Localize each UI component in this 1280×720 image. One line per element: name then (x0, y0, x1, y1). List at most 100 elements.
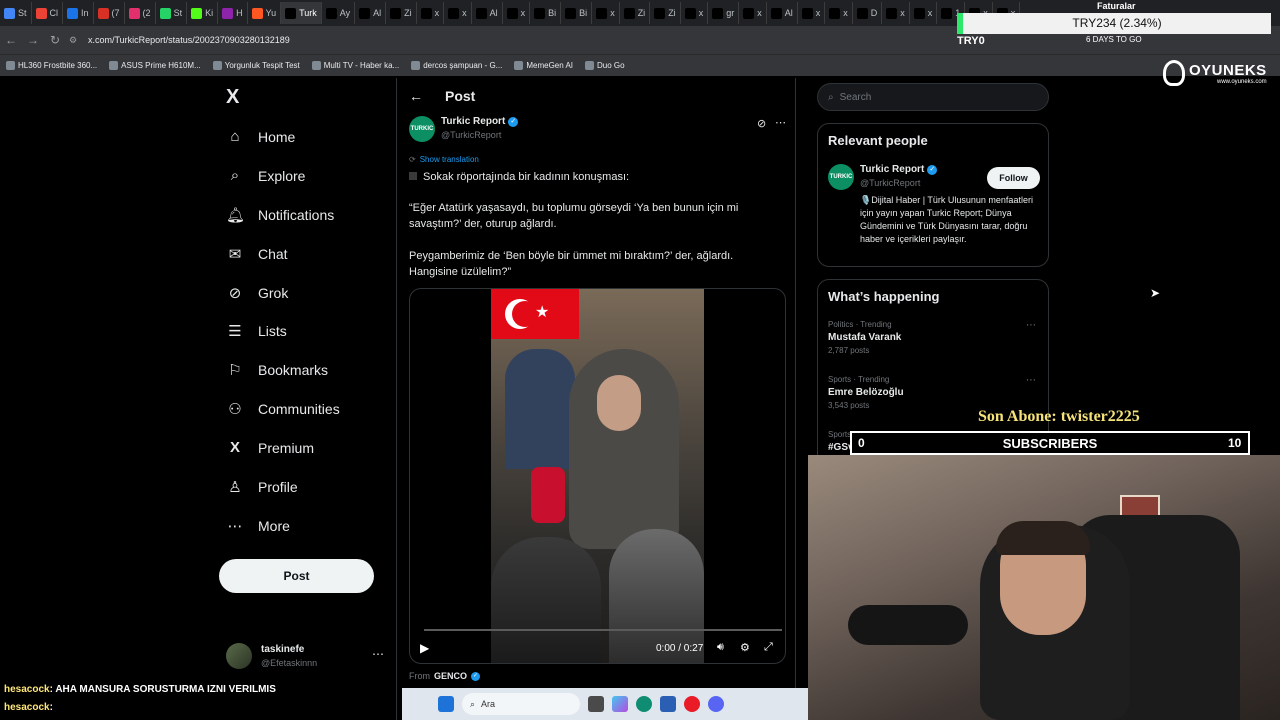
browser-tab[interactable]: x (739, 2, 767, 24)
browser-tab[interactable]: Bi (561, 2, 593, 24)
from-attribution[interactable]: From GENCO ✓ (409, 671, 481, 681)
back-icon[interactable]: ← (0, 33, 22, 47)
trend-item[interactable]: Sports · Trending Emre Belözoğlu 3,543 pos… (828, 375, 1040, 410)
fullscreen-icon[interactable]: ⤢ (764, 641, 773, 654)
bookmark-item[interactable]: MemeGen AI (514, 61, 573, 70)
browser-tab[interactable]: x (798, 2, 826, 24)
nav-item-premium[interactable]: X Premium (226, 439, 314, 456)
volume-icon[interactable]: 🔊︎ (717, 641, 724, 654)
nav-item-bookmarks[interactable]: ⚐ Bookmarks (226, 361, 328, 379)
bookmark-icon (212, 61, 222, 70)
nav-item-chat[interactable]: ✉ Chat (226, 245, 288, 263)
video-frame[interactable]: ★ (491, 289, 704, 663)
author-avatar[interactable]: TURKIC (409, 116, 435, 142)
video-player[interactable]: ★ ▶ 0:00 / 0:27 🔊︎ ⚙ ⤢ (409, 288, 786, 664)
person-name-text: Turkic Report (860, 164, 925, 175)
copilot-icon[interactable] (612, 696, 628, 712)
browser-tab[interactable]: Yu (248, 2, 282, 24)
bookmark-item[interactable]: Multi TV - Haber ka... (311, 61, 399, 70)
author-name-text: Turkic Report (441, 116, 506, 127)
forward-icon[interactable]: → (22, 33, 44, 47)
browser-tab[interactable]: gr (708, 2, 740, 24)
discord-icon[interactable] (708, 696, 724, 712)
browser-tab[interactable]: (2 (125, 2, 156, 24)
browser-tab[interactable]: x (882, 2, 910, 24)
bookmark-label: Duo Go (597, 61, 625, 70)
browser-tab[interactable]: Al (355, 2, 387, 24)
show-translation-link[interactable]: ⟳ Show translation (409, 155, 479, 164)
nav-item-more[interactable]: ⋯ More (226, 517, 290, 535)
trend-more-icon[interactable]: ⋯ (1026, 375, 1036, 386)
account-switcher[interactable]: taskinefe @Efetaskinnn ⋯ (226, 643, 386, 675)
opera-icon[interactable] (684, 696, 700, 712)
browser-tab[interactable]: In (63, 2, 94, 24)
bookmark-item[interactable]: HL360 Frostbite 360... (6, 61, 97, 70)
reload-icon[interactable]: ↻ (44, 33, 66, 47)
bookmark-item[interactable]: Yorgunluk Tespit Test (212, 61, 300, 70)
browser-tab[interactable]: Bi (530, 2, 562, 24)
browser-tab[interactable]: D (853, 2, 883, 24)
play-icon[interactable]: ▶ (420, 641, 429, 655)
x-logo[interactable]: X (226, 86, 239, 109)
bookmark-item[interactable]: dercos şampuan - G... (411, 61, 502, 70)
trend-more-icon[interactable]: ⋯ (1026, 320, 1036, 331)
browser-tab[interactable]: Turk (281, 2, 322, 24)
browser-tab[interactable]: Al (767, 2, 798, 24)
trend-item[interactable]: Politics · Trending Mustafa Varank 2,787 p… (828, 320, 1040, 355)
person-avatar[interactable]: TURKIC (828, 164, 854, 190)
nav-item-notifications[interactable]: 🔔︎ Notifications (226, 206, 334, 224)
start-icon[interactable] (438, 696, 454, 712)
bookmark-item[interactable]: ASUS Prime H610M... (109, 61, 201, 70)
back-arrow-icon[interactable]: ← (409, 88, 423, 104)
browser-tab[interactable]: Zi (620, 2, 651, 24)
browser-tab[interactable]: Zi (650, 2, 681, 24)
tab-label: Zi (404, 8, 412, 18)
nav-item-communities[interactable]: ⚇ Communities (226, 400, 339, 418)
nav-item-explore[interactable]: ⌕ Explore (226, 167, 306, 184)
url-field[interactable]: x.com/TurkicReport/status/20023709032801… (88, 35, 290, 45)
browser-tab[interactable]: x (910, 2, 938, 24)
tab-label: x (815, 8, 821, 18)
browser-tab[interactable]: Cl (32, 2, 64, 24)
grok-icon[interactable]: ⊘ (757, 117, 766, 130)
browser-tab[interactable]: x (444, 2, 472, 24)
from-name: GENCO (434, 671, 468, 681)
search-input[interactable]: ⌕ Search (817, 83, 1049, 111)
person-name[interactable]: Turkic Report ✓ (860, 164, 938, 175)
browser-tab[interactable]: x (825, 2, 853, 24)
nav-item-lists[interactable]: ☰ Lists (226, 322, 287, 340)
browser-tab[interactable]: x (503, 2, 531, 24)
browser-tab[interactable]: x (592, 2, 620, 24)
browser-tab[interactable]: x (417, 2, 445, 24)
follow-button[interactable]: Follow (987, 167, 1040, 189)
post-button[interactable]: Post (219, 559, 374, 593)
browser-tab[interactable]: Ay (322, 2, 356, 24)
oyuneks-url: www.oyuneks.com (1217, 78, 1267, 85)
site-info-icon[interactable]: ⚙ (66, 35, 80, 46)
video-progress-track[interactable] (424, 629, 782, 631)
taskbar-search-text: Ara (481, 699, 496, 709)
settings-icon[interactable]: ⚙ (740, 641, 750, 654)
browser-tab[interactable]: x (681, 2, 709, 24)
taskbar-search[interactable]: ⌕ Ara (462, 693, 580, 715)
browser-tab[interactable]: H (218, 2, 248, 24)
browser-tab[interactable]: (7 (94, 2, 125, 24)
post-more-icon[interactable]: ⋯ (775, 116, 786, 129)
nav-item-profile[interactable]: ♙ Profile (226, 478, 297, 496)
bookmark-item[interactable]: Duo Go (585, 61, 625, 70)
nav-item-home[interactable]: ⌂ Home (226, 128, 295, 145)
tab-favicon-icon (359, 7, 371, 19)
browser-tab[interactable]: St (0, 2, 32, 24)
browser-tab[interactable]: Al (472, 2, 503, 24)
edge-icon[interactable] (636, 696, 652, 712)
nav-item-grok[interactable]: ⊘ Grok (226, 284, 289, 302)
browser-tab[interactable]: Zi (386, 2, 417, 24)
nav-item-label: Lists (258, 323, 287, 339)
author-name[interactable]: Turkic Report ✓ (441, 116, 519, 127)
browser-tab[interactable]: Ki (187, 2, 219, 24)
account-more-icon[interactable]: ⋯ (372, 647, 384, 661)
browser-tab[interactable]: St (156, 2, 188, 24)
tab-favicon-icon (941, 7, 953, 19)
store-icon[interactable] (660, 696, 676, 712)
file-explorer-icon[interactable] (588, 696, 604, 712)
